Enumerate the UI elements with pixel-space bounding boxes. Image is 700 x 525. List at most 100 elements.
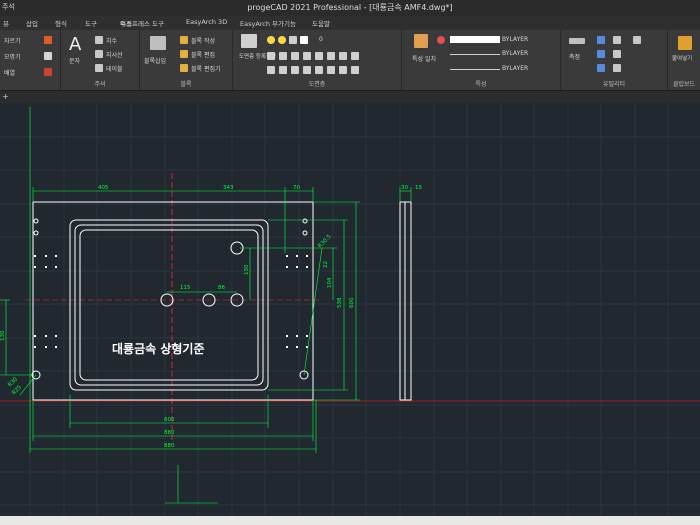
dim-right-130: 130 (244, 264, 250, 275)
block-editor-label[interactable]: 블록 편집기 (191, 64, 221, 73)
dim-bottom-880b: 880 (164, 443, 175, 449)
text-button-label[interactable]: 문자 (69, 56, 80, 65)
utility-tool-icon[interactable] (613, 36, 621, 44)
lock-icon (289, 36, 297, 44)
ribbon-panel-layer: 도면층 등록정보 0 도면층 (233, 30, 402, 90)
clipboard-panel-label: 클립보드 (672, 81, 696, 88)
annotation-panel-label: 주석 (94, 81, 106, 88)
clipboard-paste-icon[interactable] (678, 36, 692, 50)
match-properties-icon[interactable] (414, 34, 428, 48)
drawing-note-text: 대룡금속 상형기준 (112, 341, 205, 356)
status-bar (0, 516, 700, 525)
array-icon[interactable] (44, 68, 52, 76)
layer-tool-icon[interactable] (315, 52, 323, 60)
table-icon[interactable] (95, 64, 103, 72)
block-insert-icon[interactable] (150, 36, 166, 50)
dim-top-70: 70 (293, 185, 300, 191)
block-editor-icon[interactable] (180, 64, 188, 72)
layer-tool-icon[interactable] (351, 66, 359, 74)
dim-inner-115: 115 (180, 285, 191, 291)
utility-tool-icon[interactable] (633, 36, 641, 44)
layer-tool-icon[interactable] (303, 52, 311, 60)
block-insert-label[interactable]: 블록삽입 (144, 56, 166, 65)
block-create-icon[interactable] (180, 36, 188, 44)
utility-tool-icon[interactable] (597, 36, 605, 44)
ribbon-panel-clipboard: 붙여넣기 클립보드 (668, 30, 700, 90)
layer-tool-icon[interactable] (303, 66, 311, 74)
bulb-icon (267, 36, 275, 44)
menu-express[interactable]: 익스프레스 도구 (120, 18, 164, 28)
lineweight-line (450, 69, 500, 70)
layer-properties-icon[interactable] (241, 34, 257, 48)
menu-format[interactable]: 형식 (55, 18, 67, 28)
table-label[interactable]: 테이블 (106, 64, 123, 73)
dimension-icon[interactable] (95, 36, 103, 44)
trim-label[interactable]: 자르기 (4, 36, 21, 45)
menu-insert[interactable]: 삽입 (26, 18, 38, 28)
layer-tool-icon[interactable] (339, 52, 347, 60)
layer-tool-icon[interactable] (291, 66, 299, 74)
dim-bottom-600: 600 (164, 417, 175, 423)
match-properties-label[interactable]: 특성 일치 (412, 54, 436, 63)
dim-right-r30: R30.5 (317, 233, 333, 249)
menu-help[interactable]: 도움말 (312, 18, 330, 28)
layer-tool-icon[interactable] (267, 52, 275, 60)
layer-tool-icon[interactable] (267, 66, 275, 74)
block-panel-label: 블록 (180, 81, 192, 88)
fillet-icon[interactable] (44, 52, 52, 60)
utility-tool-icon[interactable] (597, 64, 605, 72)
scissors-icon[interactable] (44, 36, 52, 44)
dim-side-15: 15 (415, 185, 422, 191)
ribbon-panel-properties: 특성 일치 BYLAYER BYLAYER BYLAYER 특성 (402, 30, 561, 90)
lineweight-value[interactable]: BYLAYER (502, 65, 528, 72)
dim-right-600: 600 (349, 297, 355, 308)
utility-panel-label: 유틸리티 (602, 81, 626, 88)
color-swatch (450, 36, 500, 43)
block-edit-label[interactable]: 블록 편집 (191, 50, 215, 59)
utility-tool-icon[interactable] (613, 50, 621, 58)
dimension-label[interactable]: 치수 (106, 36, 117, 45)
linetype-value[interactable]: BYLAYER (502, 50, 528, 57)
leader-label[interactable]: 지시선 (106, 50, 123, 59)
linetype-line (450, 54, 500, 55)
leader-icon[interactable] (95, 50, 103, 58)
layer-tool-icon[interactable] (279, 66, 287, 74)
current-layer-name[interactable]: 0 (319, 36, 323, 43)
layer-tool-icon[interactable] (315, 66, 323, 74)
layer-tool-icon[interactable] (327, 52, 335, 60)
menu-easyarch-addon[interactable]: EasyArch 부가기능 (240, 18, 296, 28)
menu-easyarch3d[interactable]: EasyArch 3D (186, 18, 227, 26)
dim-right-104: 104 (327, 277, 333, 288)
new-tab-plus-icon[interactable]: + (2, 92, 9, 101)
utility-tool-icon[interactable] (613, 64, 621, 72)
layer-tool-icon[interactable] (327, 66, 335, 74)
layer-panel-label: 도면층 (308, 81, 326, 88)
layer-tool-icon[interactable] (291, 52, 299, 60)
ribbon: 자르기 모깎기 배열 A 문자 치수 지시선 테이블 주석 블록삽입 블록 작성… (0, 30, 700, 91)
layer-tool-icon[interactable] (339, 66, 347, 74)
layer-tool-icon[interactable] (351, 52, 359, 60)
side-view (399, 201, 412, 401)
ribbon-panel-utility: 측정 유틸리티 (561, 30, 668, 90)
document-tab-strip: + (0, 91, 700, 103)
menu-tools[interactable]: 도구 (85, 18, 97, 28)
measure-label[interactable]: 측정 (569, 52, 580, 61)
ribbon-panel-block: 블록삽입 블록 작성 블록 편집 블록 편집기 블록 (140, 30, 233, 90)
dim-left-130: 130 (0, 330, 6, 341)
menu-bar: 뷰 삽입 형식 도구 수정 익스프레스 도구 EasyArch 3D EasyA… (0, 16, 700, 31)
layer-tool-icon[interactable] (279, 52, 287, 60)
color-value[interactable]: BYLAYER (502, 36, 528, 43)
measure-icon[interactable] (569, 38, 585, 44)
window-title: progeCAD 2021 Professional - [대룡금속 AMF4.… (247, 3, 453, 12)
block-create-label[interactable]: 블록 작성 (191, 36, 215, 45)
array-label[interactable]: 배열 (4, 68, 15, 77)
utility-tool-icon[interactable] (597, 50, 605, 58)
paste-label[interactable]: 붙여넣기 (672, 54, 692, 62)
dim-bottom-880a: 880 (164, 430, 175, 436)
fillet-label[interactable]: 모깎기 (4, 52, 21, 61)
block-edit-icon[interactable] (180, 50, 188, 58)
menu-view[interactable]: 뷰 (3, 18, 9, 28)
dim-inner-86: 86 (218, 285, 225, 291)
drawing-canvas[interactable]: 405 343 70 30 15 600 880 880 115 86 130 … (0, 103, 700, 516)
text-a-icon[interactable]: A (69, 34, 81, 55)
